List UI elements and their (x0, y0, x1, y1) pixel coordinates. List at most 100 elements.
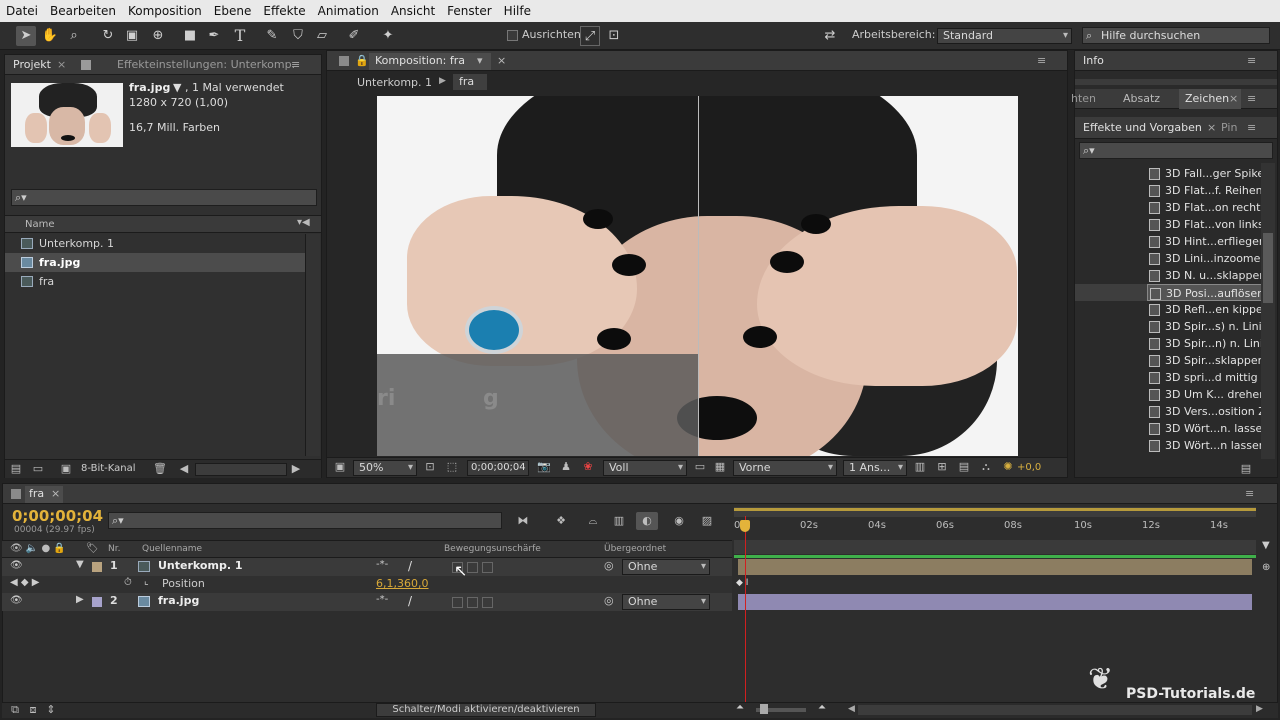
playhead-handle[interactable] (740, 520, 750, 532)
stopwatch-icon[interactable]: ⏱ (124, 577, 132, 588)
zoom-dropdown[interactable]: 50% (353, 460, 417, 476)
text-tool-icon[interactable]: T (230, 26, 250, 46)
workspace-icon[interactable]: ⇄ (820, 26, 840, 46)
scroll-right-icon[interactable]: ▶ (289, 462, 303, 476)
scroll-right-icon[interactable]: ▶ (1256, 704, 1263, 714)
eye-icon[interactable]: 👁 (10, 595, 23, 606)
layer-switches-icon[interactable]: ⧉ (8, 703, 22, 717)
transparency-grid-icon[interactable]: ▦ (713, 460, 727, 474)
switch-box[interactable] (482, 597, 493, 608)
grid-toggle-icon[interactable]: ⊡ (604, 26, 624, 46)
list-item[interactable]: fra.jpg (5, 253, 305, 272)
list-item[interactable]: 3D Spir...n) n. Linie (1147, 335, 1261, 352)
exposure-value[interactable]: +0,0 (1017, 462, 1041, 473)
in-out-icon[interactable]: ⇕ (44, 703, 58, 717)
close-icon[interactable]: × (497, 54, 506, 67)
zoom-in-icon[interactable]: ⏶ (818, 702, 826, 713)
hand-tool-icon[interactable]: ✋ (40, 26, 60, 46)
new-folder-icon[interactable]: ▭ (31, 462, 45, 476)
zoom-slider-handle[interactable] (760, 704, 768, 714)
mini-flowchart-icon[interactable]: ⧓ (516, 514, 530, 528)
fast-preview-icon[interactable]: ⊞ (935, 460, 949, 474)
list-item[interactable]: 3D Flat...on rechts (1147, 199, 1261, 216)
scroll-left-icon[interactable]: ◀ (848, 704, 855, 714)
flowchart-icon[interactable]: ⛬ (979, 460, 993, 474)
always-preview-icon[interactable]: ▣ (333, 460, 347, 474)
column-source-name[interactable]: Quellenname (142, 544, 202, 554)
menu-komposition[interactable]: Komposition (122, 4, 208, 18)
keyframe-nav-icon[interactable]: ◀ ◆ ▶ (10, 577, 39, 588)
comp-button-icon[interactable]: ▼ (1262, 540, 1274, 552)
tab-timeline-fra[interactable]: fra (29, 487, 44, 500)
show-snapshot-icon[interactable]: ♟ (559, 460, 573, 474)
switch-box[interactable] (452, 597, 463, 608)
breadcrumb-subcomp[interactable]: Unterkomp. 1 (357, 76, 432, 89)
panel-menu-icon[interactable]: ≡ (1247, 121, 1256, 134)
tab-absatz[interactable]: Absatz (1123, 92, 1160, 105)
selection-tool-icon[interactable]: ➤ (16, 26, 36, 46)
menu-bearbeiten[interactable]: Bearbeiten (44, 4, 122, 18)
puppet-pin-tool-icon[interactable]: ✦ (378, 26, 398, 46)
list-item[interactable]: 3D Um K... drehen (1147, 386, 1261, 403)
pick-whip-icon[interactable]: ◎ (604, 559, 614, 572)
tab-info[interactable]: Info (1083, 54, 1104, 67)
table-row[interactable]: 👁 ▼ 1 Unterkomp. 1 -*- / ◎ Ohne (2, 558, 732, 576)
menu-fenster[interactable]: Fenster (441, 4, 498, 18)
collapse-transform-icon[interactable]: -*- (376, 594, 388, 605)
list-item[interactable]: 3D Flat...f. Reihenf (1147, 182, 1261, 199)
list-item[interactable]: 3D Vers...osition Z (1147, 403, 1261, 420)
snapshot-icon[interactable]: 📷 (537, 460, 551, 474)
help-search-input[interactable]: Hilfe durchsuchen (1082, 27, 1270, 44)
tab-zeichen[interactable]: Zeichen (1185, 92, 1229, 105)
zoom-tool-icon[interactable]: ⌕ (64, 26, 84, 46)
toggle-switches-modes-button[interactable]: Schalter/Modi aktivieren/deaktivieren (376, 703, 596, 717)
project-search-input[interactable] (11, 189, 317, 206)
label-color-swatch[interactable] (92, 562, 102, 572)
snap-icon[interactable]: ⤢ (580, 26, 600, 46)
expand-icon[interactable]: ▶ (76, 594, 84, 605)
expand-icon[interactable]: ▼ (76, 559, 84, 570)
list-item[interactable]: Unterkomp. 1 (5, 234, 305, 253)
close-icon[interactable]: × (1207, 121, 1216, 134)
quality-icon[interactable]: / (408, 559, 412, 573)
shy-layers-icon[interactable]: ⌓ (586, 514, 600, 528)
list-item[interactable]: 3D N. u...sklappen (1147, 267, 1261, 284)
clone-stamp-tool-icon[interactable]: ⛉ (288, 26, 308, 46)
frame-blending-icon[interactable]: ▥ (612, 514, 626, 528)
list-item[interactable]: 3D Hint...erfliegen (1147, 233, 1261, 250)
list-item-selected[interactable]: 3D Posi...auflösen (1147, 284, 1261, 301)
workspace-dropdown[interactable]: Standard (937, 28, 1072, 44)
breadcrumb-comp[interactable]: fra (453, 74, 487, 90)
view-dropdown[interactable]: Vorne (733, 460, 837, 476)
composition-tab-dropdown[interactable]: ▾ (477, 54, 483, 67)
fit-icon[interactable]: ⊡ (423, 460, 437, 474)
effects-search-input[interactable] (1079, 142, 1273, 159)
panel-menu-icon[interactable]: ≡ (1037, 54, 1046, 67)
menu-effekte[interactable]: Effekte (257, 4, 311, 18)
title-safe-icon[interactable]: ⬚ (445, 460, 459, 474)
menu-hilfe[interactable]: Hilfe (498, 4, 537, 18)
list-item[interactable]: fra (5, 272, 305, 291)
playhead-line[interactable] (745, 516, 746, 716)
rectangle-tool-icon[interactable]: ■ (180, 26, 200, 46)
channel-icon[interactable]: ❀ (581, 460, 595, 474)
tab-partial[interactable]: hten (1071, 92, 1096, 105)
draft-3d-icon[interactable]: ❖ (554, 514, 568, 528)
switch-box[interactable] (467, 597, 478, 608)
close-icon[interactable]: × (57, 58, 66, 71)
eye-icon[interactable]: 👁 (10, 560, 23, 571)
exposure-icon[interactable]: ✺ (1001, 460, 1015, 474)
horizontal-scrollbar[interactable] (195, 463, 287, 476)
parent-dropdown[interactable]: Ohne (622, 559, 710, 575)
list-item[interactable]: 3D Flat...von links (1147, 216, 1261, 233)
align-checkbox[interactable] (507, 30, 518, 41)
menu-ansicht[interactable]: Ansicht (385, 4, 441, 18)
timeline-horizontal-scrollbar[interactable] (858, 705, 1252, 715)
layer-name[interactable]: Unterkomp. 1 (158, 559, 242, 572)
list-item[interactable]: 3D Refl...en kippen (1147, 301, 1261, 318)
transfer-controls-icon[interactable]: ⧈ (26, 703, 40, 717)
menu-datei[interactable]: Datei (0, 4, 44, 18)
graph-editor-icon[interactable]: ◉ (672, 514, 686, 528)
parent-dropdown[interactable]: Ohne (622, 594, 710, 610)
resolution-dropdown[interactable]: Voll (603, 460, 687, 476)
